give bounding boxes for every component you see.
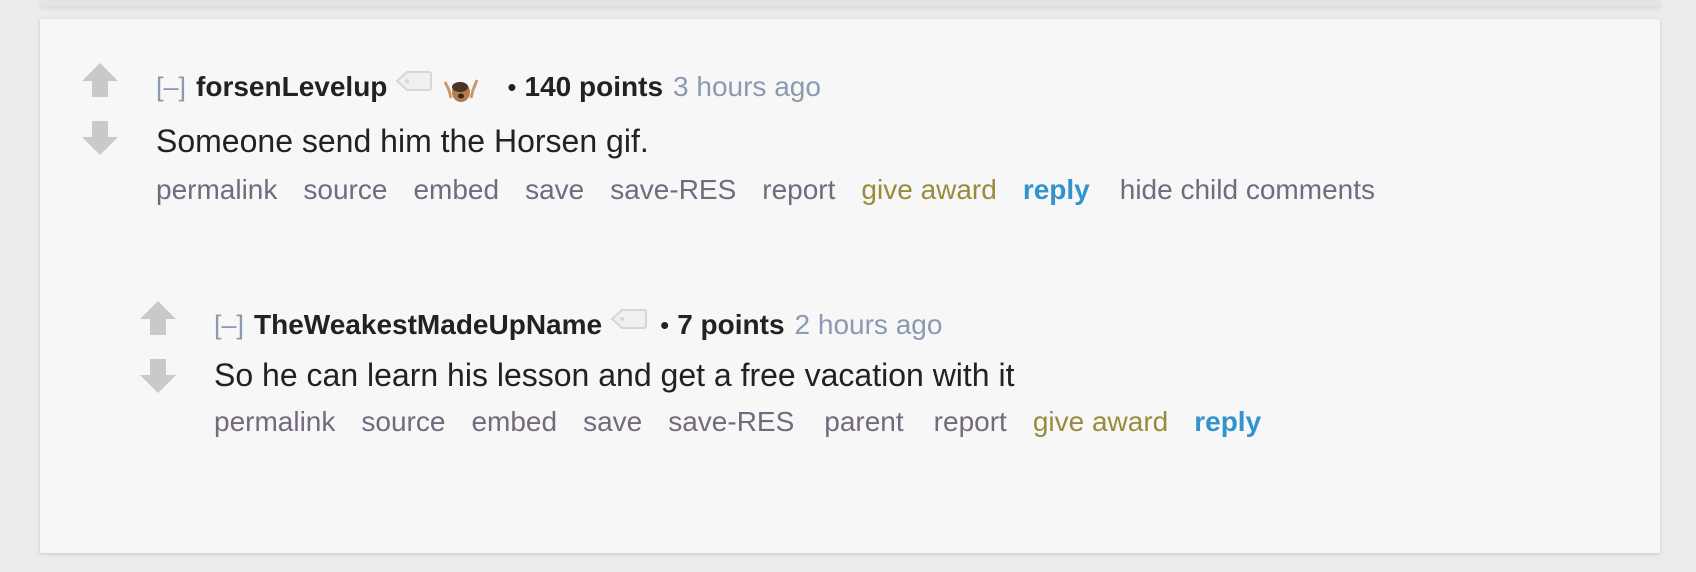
permalink-link[interactable]: permalink xyxy=(156,174,277,206)
give-award-link[interactable]: give award xyxy=(1033,406,1168,438)
author-link[interactable]: forsenLevelup xyxy=(196,71,387,103)
comment-actions: permalink source embed save save-RES rep… xyxy=(156,174,1401,206)
comment-thread-card: [–] forsenLevelup • 140 points 3 hours a… xyxy=(40,19,1660,553)
save-res-link[interactable]: save-RES xyxy=(668,406,794,438)
permalink-link[interactable]: permalink xyxy=(214,406,335,438)
collapse-toggle[interactable]: [–] xyxy=(214,310,244,341)
author-link[interactable]: TheWeakestMadeUpName xyxy=(254,309,602,341)
give-award-link[interactable]: give award xyxy=(861,174,996,206)
save-link[interactable]: save xyxy=(583,406,642,438)
comment-tagline: [–] forsenLevelup • 140 points 3 hours a… xyxy=(156,65,1401,109)
embed-link[interactable]: embed xyxy=(413,174,499,206)
score: 7 points xyxy=(677,309,785,340)
forsen-flair-icon xyxy=(444,79,479,102)
report-link[interactable]: report xyxy=(934,406,1007,438)
save-res-link[interactable]: save-RES xyxy=(610,174,736,206)
vote-controls xyxy=(80,61,120,157)
embed-link[interactable]: embed xyxy=(471,406,557,438)
upvote-arrow-icon[interactable] xyxy=(138,299,178,339)
reply-link[interactable]: reply xyxy=(1194,406,1261,438)
upvote-arrow-icon[interactable] xyxy=(80,61,120,101)
source-link[interactable]: source xyxy=(303,174,387,206)
comment-body: Someone send him the Horsen gif. xyxy=(156,123,649,159)
parent-link[interactable]: parent xyxy=(824,406,903,438)
previous-card-edge xyxy=(40,0,1660,6)
comment-entry: [–] forsenLevelup • 140 points 3 hours a… xyxy=(156,65,1401,206)
score: 140 points xyxy=(524,71,664,102)
user-tag-icon[interactable] xyxy=(395,70,433,92)
reply-link[interactable]: reply xyxy=(1023,174,1090,206)
report-link[interactable]: report xyxy=(762,174,835,206)
source-link[interactable]: source xyxy=(361,406,445,438)
collapse-toggle[interactable]: [–] xyxy=(156,72,186,103)
comment-body: So he can learn his lesson and get a fre… xyxy=(214,357,1015,393)
comment-actions: permalink source embed save save-RES par… xyxy=(214,406,1291,438)
comment-entry: [–] TheWeakestMadeUpName • 7 points 2 ho… xyxy=(214,303,1291,438)
timestamp[interactable]: 2 hours ago xyxy=(795,309,943,341)
hide-child-comments-link[interactable]: hide child comments xyxy=(1120,174,1375,206)
downvote-arrow-icon[interactable] xyxy=(80,117,120,157)
timestamp[interactable]: 3 hours ago xyxy=(673,71,821,103)
comment-tagline: [–] TheWeakestMadeUpName • 7 points 2 ho… xyxy=(214,303,1291,347)
separator-bullet: • xyxy=(507,71,517,102)
user-tag-icon[interactable] xyxy=(610,308,648,330)
separator-bullet: • xyxy=(660,309,670,340)
vote-controls xyxy=(138,299,178,395)
save-link[interactable]: save xyxy=(525,174,584,206)
downvote-arrow-icon[interactable] xyxy=(138,355,178,395)
